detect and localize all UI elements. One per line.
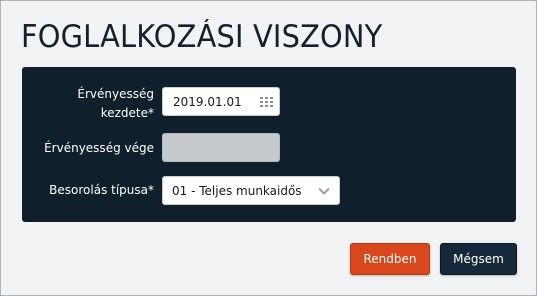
valid-from-label-line1: Érvényesség <box>77 87 154 101</box>
ok-button[interactable]: Rendben <box>350 243 430 275</box>
dialog-title: FOGLALKOZÁSI VISZONY <box>21 19 383 55</box>
chevron-down-icon[interactable] <box>318 186 330 196</box>
valid-from-date-input[interactable]: 2019.01.01 <box>162 87 280 116</box>
valid-to-input <box>162 133 280 162</box>
valid-from-value: 2019.01.01 <box>173 95 242 109</box>
form-panel: Érvényesség kezdete* 2019.01.01 Érvényes… <box>22 67 516 222</box>
valid-to-label: Érvényesség vége <box>44 141 154 155</box>
valid-from-label: Érvényesség kezdete* <box>14 85 154 123</box>
calendar-icon[interactable] <box>260 97 273 107</box>
classification-type-label: Besorolás típusa* <box>49 183 154 197</box>
classification-type-value: 01 - Teljes munkaidős <box>172 184 302 198</box>
dialog: FOGLALKOZÁSI VISZONY Érvényesség kezdete… <box>0 0 537 296</box>
classification-type-select[interactable]: 01 - Teljes munkaidős <box>162 176 340 205</box>
valid-from-label-line2: kezdete* <box>100 106 154 120</box>
cancel-button[interactable]: Mégsem <box>440 243 517 275</box>
